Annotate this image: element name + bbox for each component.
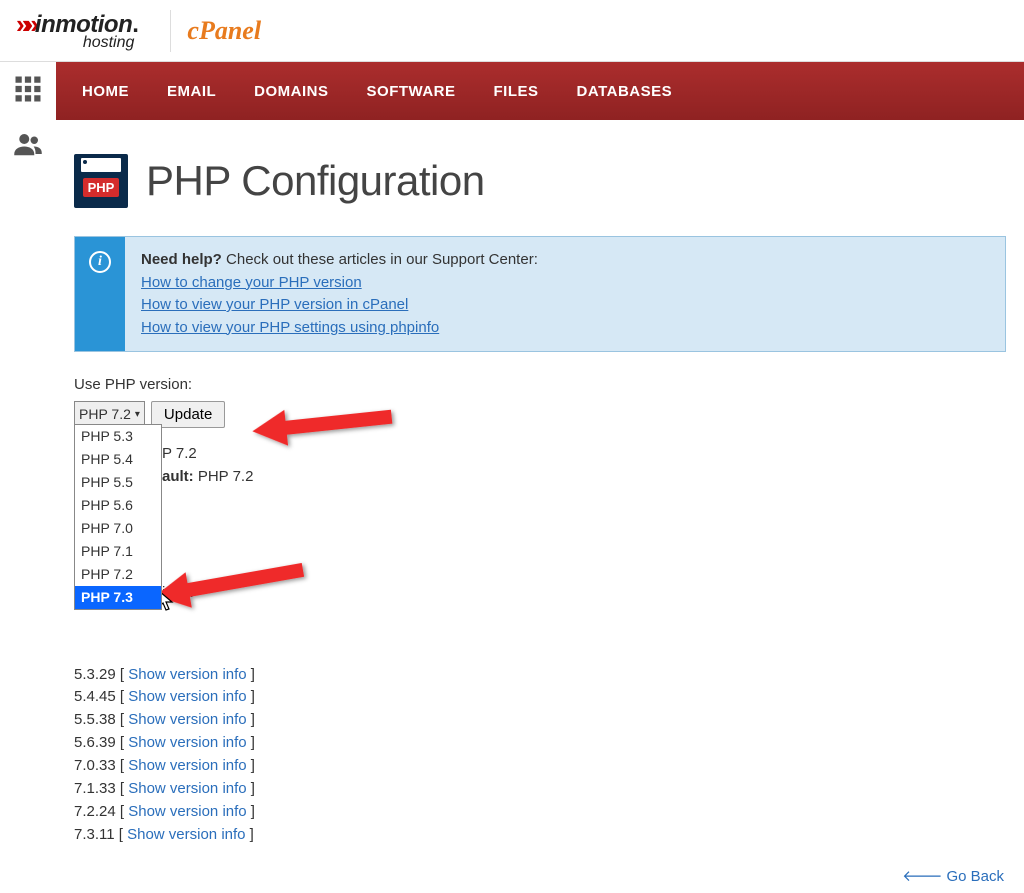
help-lead-bold: Need help? — [141, 251, 222, 268]
content: PHP PHP Configuration i Need help? Check… — [56, 120, 1024, 847]
show-version-info-link[interactable]: Show version info — [128, 734, 246, 751]
option-php54[interactable]: PHP 5.4 — [75, 448, 161, 471]
chevron-down-icon: ▾ — [135, 407, 140, 422]
form-area: Use PHP version: PHP 7.2 ▾ Update P 7.2 … — [74, 374, 1006, 847]
option-php56[interactable]: PHP 5.6 — [75, 494, 161, 517]
brand-sub: hosting — [16, 34, 138, 52]
info-icon: i — [89, 251, 111, 273]
version-row: 7.3.11 [ Show version info ] — [74, 824, 1006, 847]
primary-nav: HOME EMAIL DOMAINS SOFTWARE FILES DATABA… — [56, 62, 1024, 120]
version-row: 7.2.24 [ Show version info ] — [74, 801, 1006, 824]
option-php53[interactable]: PHP 5.3 — [75, 425, 161, 448]
logo-divider — [170, 10, 171, 52]
nav-files[interactable]: FILES — [494, 83, 539, 100]
peek-system-default: ault: PHP 7.2 — [162, 466, 253, 489]
show-version-info-link[interactable]: Show version info — [128, 780, 246, 797]
option-php71[interactable]: PHP 7.1 — [75, 540, 161, 563]
help-link-2[interactable]: How to view your PHP version in cPanel — [141, 294, 408, 317]
nav-software[interactable]: SOFTWARE — [367, 83, 456, 100]
show-version-info-link[interactable]: Show version info — [128, 803, 246, 820]
nav-email[interactable]: EMAIL — [167, 83, 216, 100]
show-version-info-link[interactable]: Show version info — [128, 711, 246, 728]
option-php73[interactable]: PHP 7.3 — [75, 586, 161, 609]
help-lead-rest: Check out these articles in our Support … — [222, 251, 538, 268]
info-stripe: i — [75, 237, 125, 351]
version-row: 5.5.38 [ Show version info ] — [74, 709, 1006, 732]
show-version-info-link[interactable]: Show version info — [128, 757, 246, 774]
php-version-label: Use PHP version: — [74, 374, 1006, 397]
php-app-icon: PHP — [74, 154, 128, 208]
nav-databases[interactable]: DATABASES — [577, 83, 673, 100]
option-php72[interactable]: PHP 7.2 — [75, 563, 161, 586]
peek-current-version: P 7.2 — [162, 443, 197, 466]
nav-domains[interactable]: DOMAINS — [254, 83, 328, 100]
php-badge: PHP — [83, 178, 120, 197]
apps-grid-icon[interactable] — [13, 74, 43, 109]
page-title: PHP Configuration — [146, 157, 485, 205]
left-rail — [0, 62, 56, 893]
users-icon[interactable] — [13, 129, 43, 164]
version-row: 5.3.29 [ Show version info ] — [74, 664, 1006, 687]
help-body: Need help? Check out these articles in o… — [125, 237, 554, 351]
option-php55[interactable]: PHP 5.5 — [75, 471, 161, 494]
arrow-left-icon: 🡐 — [902, 868, 942, 885]
help-callout: i Need help? Check out these articles in… — [74, 236, 1006, 352]
available-versions-list: 5.3.29 [ Show version info ] 5.4.45 [ Sh… — [74, 664, 1006, 848]
top-bar: »» inmotion. hosting cPanel — [0, 0, 1024, 62]
php-version-selected: PHP 7.2 — [79, 404, 131, 425]
update-button[interactable]: Update — [151, 401, 225, 428]
go-back-link[interactable]: 🡐Go Back — [902, 866, 1004, 885]
option-php70[interactable]: PHP 7.0 — [75, 517, 161, 540]
show-version-info-link[interactable]: Show version info — [127, 826, 245, 843]
version-row: 7.0.33 [ Show version info ] — [74, 755, 1006, 778]
version-row: 5.4.45 [ Show version info ] — [74, 686, 1006, 709]
page-title-row: PHP PHP Configuration — [74, 154, 1006, 208]
show-version-info-link[interactable]: Show version info — [128, 666, 246, 683]
inmotion-logo: »» inmotion. hosting — [16, 9, 138, 52]
peek-versions-heading: ions: — [162, 582, 194, 605]
version-row: 5.6.39 [ Show version info ] — [74, 732, 1006, 755]
show-version-info-link[interactable]: Show version info — [128, 688, 246, 705]
version-row: 7.1.33 [ Show version info ] — [74, 778, 1006, 801]
help-link-1[interactable]: How to change your PHP version — [141, 272, 362, 295]
php-version-dropdown[interactable]: PHP 5.3 PHP 5.4 PHP 5.5 PHP 5.6 PHP 7.0 … — [74, 424, 162, 610]
nav-home[interactable]: HOME — [82, 83, 129, 100]
main-area: HOME EMAIL DOMAINS SOFTWARE FILES DATABA… — [56, 62, 1024, 893]
cpanel-logo: cPanel — [187, 16, 261, 46]
help-link-3[interactable]: How to view your PHP settings using phpi… — [141, 317, 439, 340]
